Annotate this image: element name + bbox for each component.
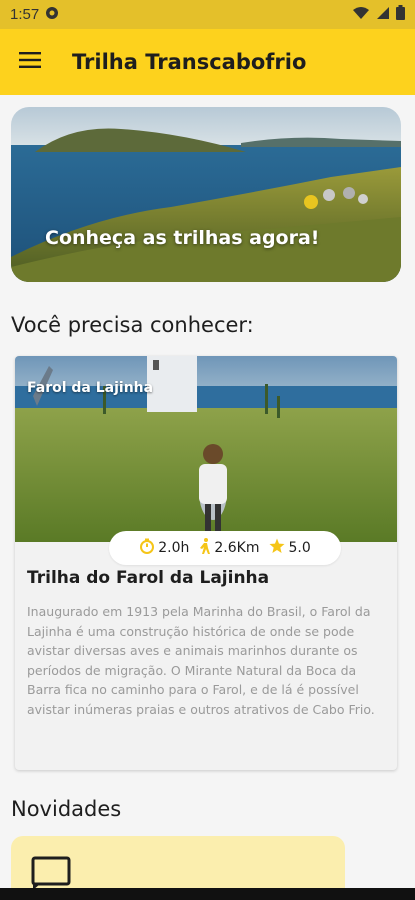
- menu-button[interactable]: [0, 29, 60, 95]
- system-nav-bar: [0, 888, 415, 900]
- trail-stats: 2.0h 2.6Km 5.0: [109, 531, 341, 565]
- status-bar: 1:57: [0, 0, 415, 29]
- star-icon: [269, 538, 285, 558]
- app-title: Trilha Transcabofrio: [72, 50, 307, 74]
- hero-banner[interactable]: Conheça as trilhas agora!: [11, 107, 401, 282]
- signal-icon: [376, 6, 390, 24]
- rating-value: 5.0: [288, 540, 311, 556]
- trail-card-description: Inaugurado em 1913 pela Marinha do Brasi…: [27, 604, 375, 717]
- hero-image: [11, 107, 401, 282]
- status-time: 1:57: [10, 6, 40, 23]
- distance-value: 2.6Km: [214, 540, 260, 556]
- trail-card[interactable]: Farol da Lajinha 2.0h 2.6Km 5.0 Trilha d…: [15, 356, 397, 770]
- notification-icon: [45, 6, 59, 24]
- distance-stat: 2.6Km: [199, 537, 260, 559]
- rating-stat: 5.0: [269, 538, 311, 558]
- duration-value: 2.0h: [158, 540, 190, 556]
- menu-icon: [19, 52, 41, 72]
- duration-stat: 2.0h: [139, 538, 189, 558]
- walking-icon: [199, 537, 211, 559]
- app-bar: Trilha Transcabofrio: [0, 29, 415, 95]
- trail-card-title: Trilha do Farol da Lajinha: [27, 568, 270, 588]
- trail-card-image-label: Farol da Lajinha: [27, 380, 154, 396]
- battery-icon: [396, 5, 405, 24]
- trail-card-image: Farol da Lajinha: [15, 356, 397, 542]
- news-section-title: Novidades: [11, 797, 122, 821]
- timer-icon: [139, 538, 155, 558]
- hero-text: Conheça as trilhas agora!: [45, 227, 320, 249]
- featured-section-title: Você precisa conhecer:: [11, 313, 254, 337]
- wifi-icon: [352, 6, 370, 24]
